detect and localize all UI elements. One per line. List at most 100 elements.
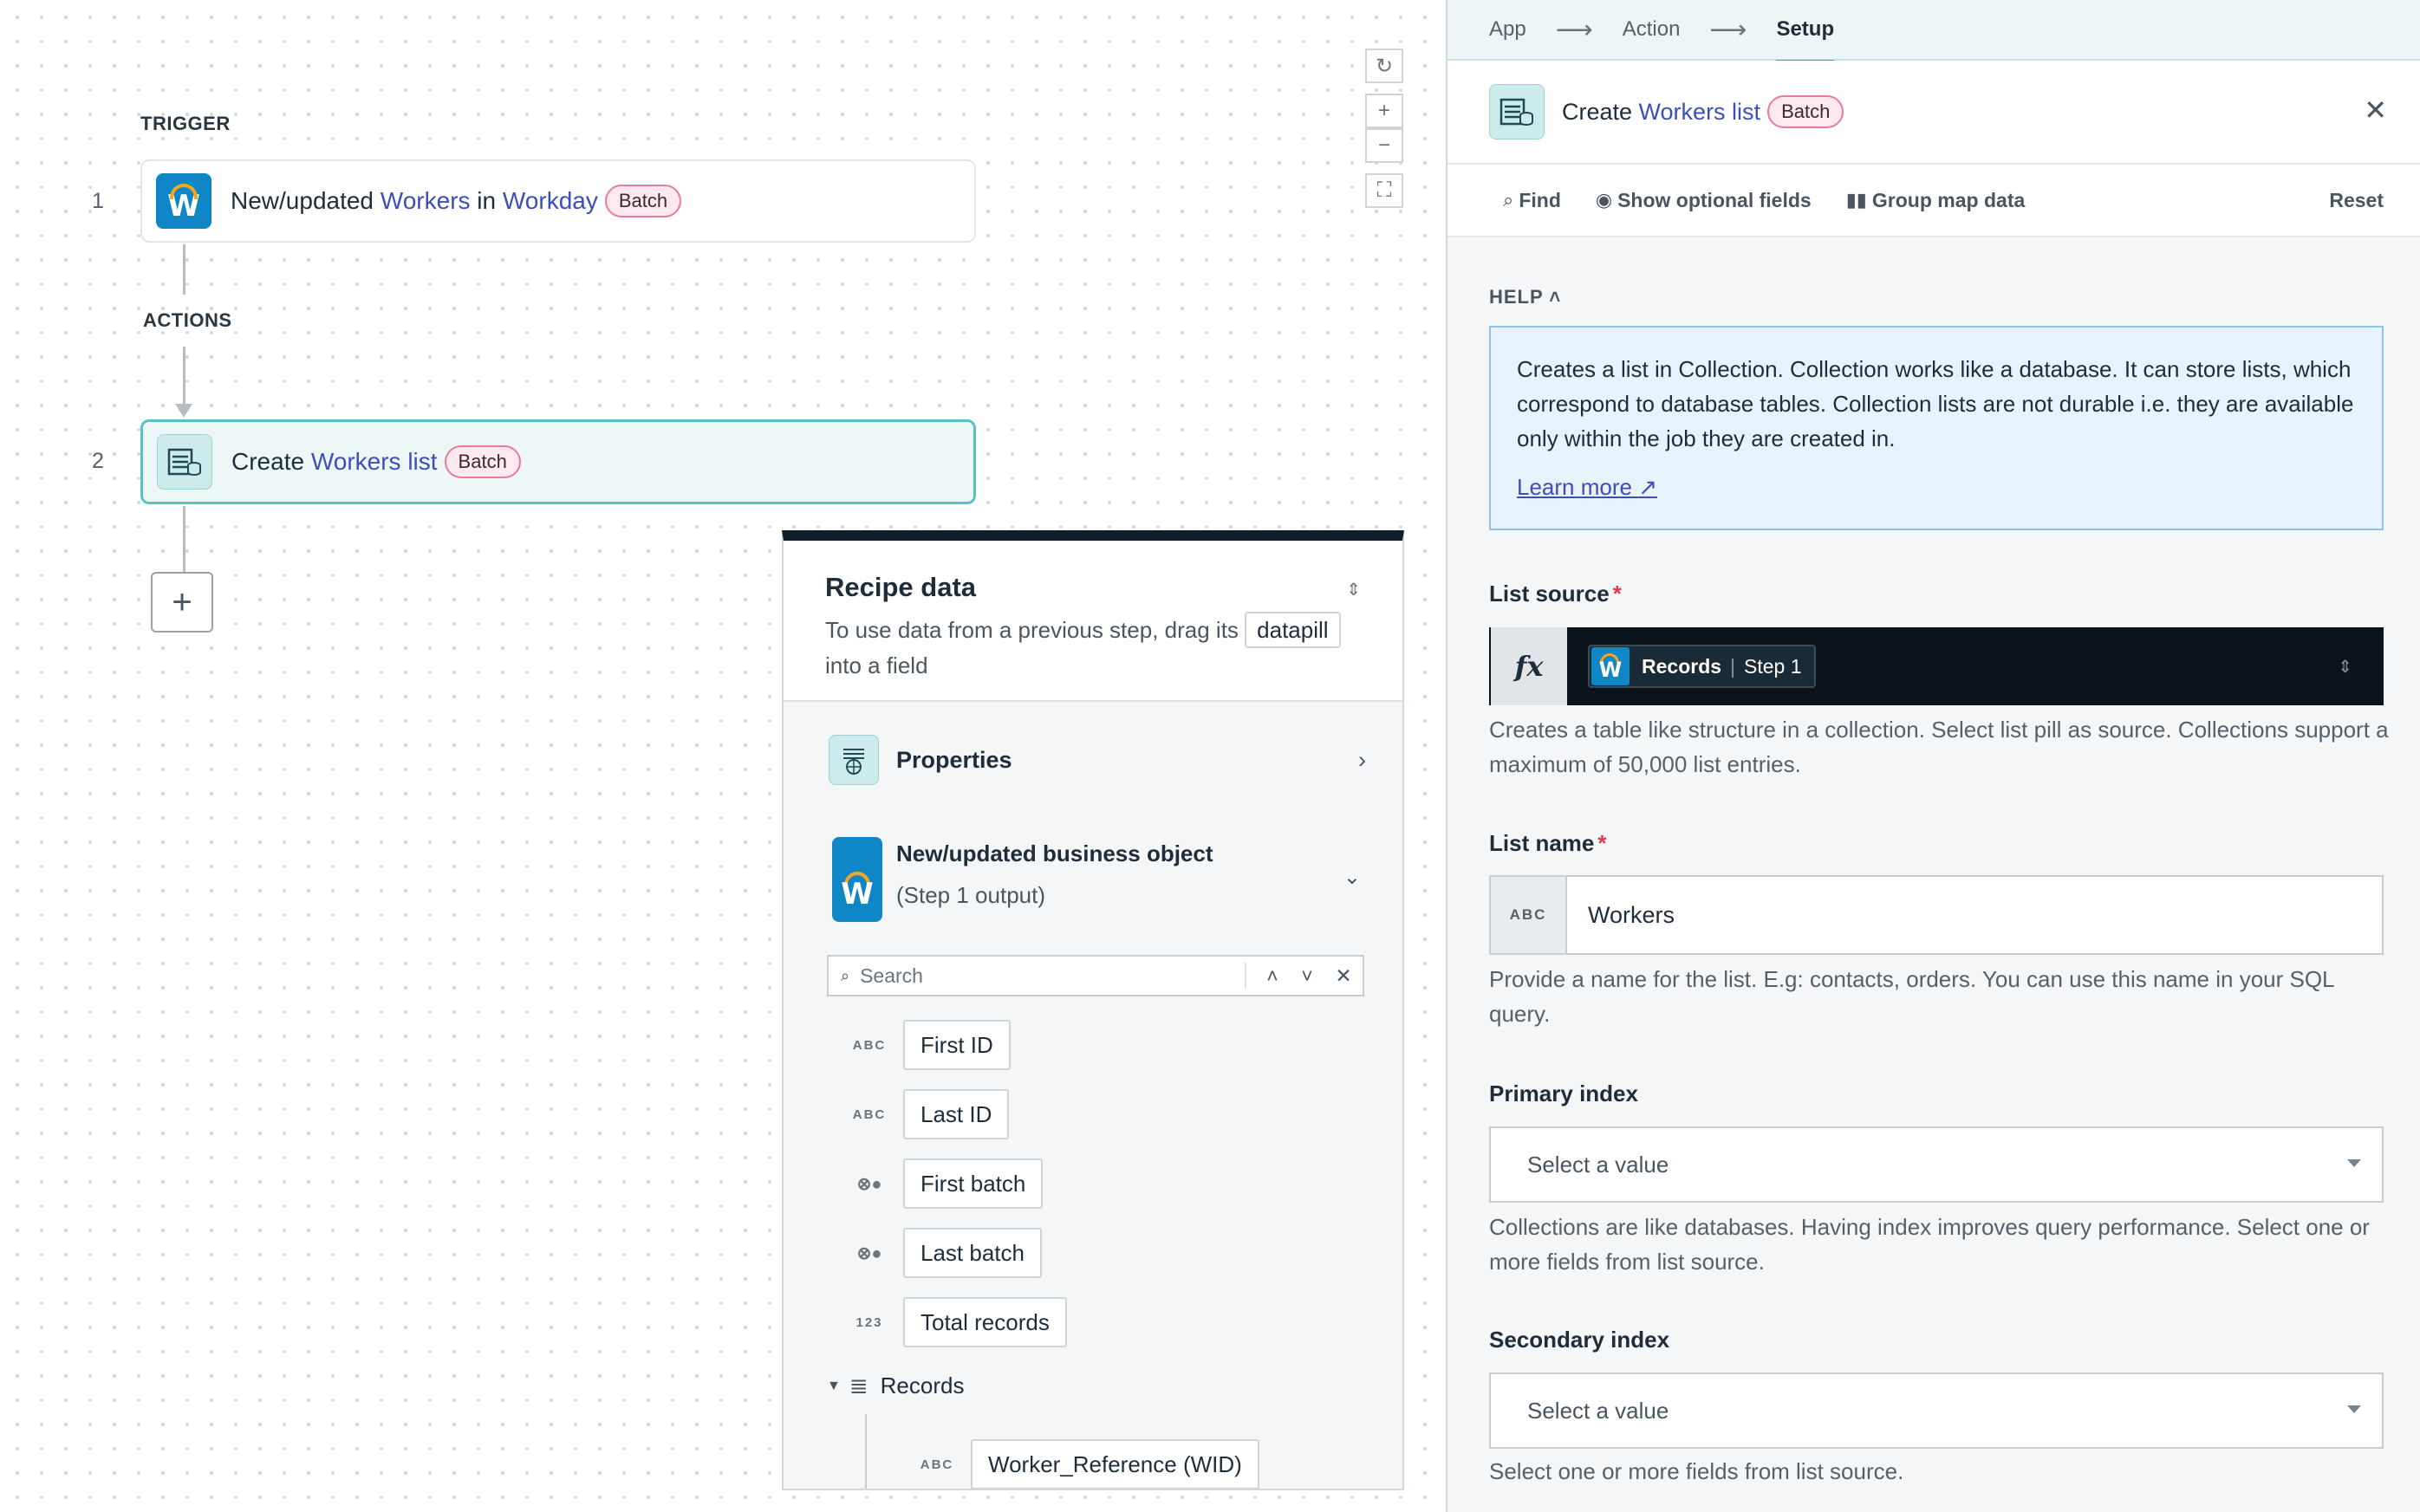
select-placeholder: Select a value	[1527, 1397, 1669, 1424]
columns-icon: ▮▮	[1845, 189, 1867, 211]
description-text: To use data from a previous step, drag i…	[825, 617, 1239, 643]
fit-view-button[interactable]: ⛶	[1365, 173, 1403, 208]
datapill-last-batch[interactable]: Last batch	[903, 1228, 1042, 1278]
list-name-help: Provide a name for the list. E.g: contac…	[1489, 966, 2334, 1027]
type-string-icon: ABC	[920, 1457, 954, 1472]
connector-line	[183, 506, 185, 572]
caret-down-icon[interactable]: ▼	[827, 1379, 841, 1394]
header-link-workers-list[interactable]: Workers list	[1639, 99, 1761, 126]
step-config-panel: App ⟶ Action ⟶ Setup Create Workers list…	[1446, 0, 2420, 1512]
show-optional-fields-button[interactable]: ◉ Show optional fields	[1596, 189, 1812, 212]
type-number-icon: 123	[855, 1314, 883, 1330]
trigger-step-card[interactable]: W New/updated Workers in Workday Batch	[140, 159, 976, 243]
reset-view-button[interactable]: ↻	[1365, 49, 1403, 83]
zoom-out-button[interactable]: −	[1365, 128, 1403, 163]
batch-badge: Batch	[604, 185, 682, 217]
search-input[interactable]: Search	[860, 964, 1245, 988]
find-button[interactable]: ⌕ Find	[1503, 189, 1561, 212]
caret-down-icon	[2347, 1405, 2361, 1413]
properties-label: Properties	[896, 746, 1012, 773]
step-number-1: 1	[92, 189, 104, 213]
arrow-right-icon: ⟶	[1555, 15, 1593, 44]
properties-row[interactable]: Properties ›	[829, 730, 1366, 790]
primary-index-label: Primary index	[1489, 1080, 1638, 1106]
chevron-up-icon: ˄	[1549, 286, 1562, 308]
pill-divider: |	[1730, 654, 1736, 678]
datapill-first-batch[interactable]: First batch	[903, 1158, 1044, 1209]
list-source-help: Creates a table like structure in a coll…	[1489, 717, 2389, 777]
workday-icon: W	[1591, 647, 1630, 685]
output-subtitle: (Step 1 output)	[896, 882, 1045, 908]
close-icon[interactable]: ✕	[2364, 94, 2387, 127]
datapill-first-id[interactable]: First ID	[903, 1020, 1011, 1070]
group-map-data-button[interactable]: ▮▮ Group map data	[1846, 189, 2026, 212]
add-step-button[interactable]: +	[151, 572, 213, 633]
datapill-row: ⊗● First batch	[846, 1158, 1044, 1210]
primary-index-help: Collections are like databases. Having i…	[1489, 1214, 2370, 1275]
expand-icon[interactable]: ⇕	[2338, 656, 2352, 678]
properties-icon	[829, 735, 879, 785]
step-link-workday[interactable]: Workday	[503, 187, 598, 215]
step-number-2: 2	[92, 449, 104, 473]
resize-handle-icon[interactable]: ⇕	[1346, 579, 1361, 600]
panel-header: Create Workers list Batch ✕	[1447, 61, 2420, 165]
type-string-icon: ABC	[852, 1037, 887, 1053]
type-string-icon: ABC	[1491, 877, 1567, 953]
formula-mode-icon[interactable]: fx	[1491, 627, 1567, 705]
clear-search-icon[interactable]: ✕	[1324, 964, 1363, 988]
list-name-field[interactable]: ABC Workers	[1489, 875, 2384, 955]
datapill-last-id[interactable]: Last ID	[903, 1089, 1010, 1139]
connector-line	[183, 244, 185, 295]
next-match-icon[interactable]: ˅	[1290, 964, 1324, 988]
zoom-in-button[interactable]: +	[1365, 94, 1403, 128]
previous-match-icon[interactable]: ˄	[1255, 964, 1290, 988]
external-link-icon: ↗	[1638, 474, 1657, 500]
panel-toolbar: ⌕ Find ◉ Show optional fields ▮▮ Group map …	[1447, 165, 2420, 237]
search-icon: ⌕	[841, 966, 850, 984]
datapill-row: 123 Total records	[846, 1296, 1067, 1348]
records-list-row[interactable]: ▼ ≣ Records	[827, 1372, 964, 1399]
records-datapill[interactable]: W Records | Step 1	[1588, 645, 1816, 688]
tab-setup[interactable]: Setup	[1776, 17, 1834, 63]
datapill-row: ABC Last ID	[846, 1088, 1010, 1140]
wizard-tabs: App ⟶ Action ⟶ Setup	[1447, 0, 2420, 63]
tab-app[interactable]: App	[1489, 17, 1526, 42]
action-step-card[interactable]: Create Workers list Batch	[140, 419, 976, 504]
tab-action[interactable]: Action	[1623, 17, 1681, 42]
help-box: Creates a list in Collection. Collection…	[1489, 326, 2384, 530]
list-name-input[interactable]: Workers	[1588, 902, 1675, 929]
step-output-row[interactable]: W New/updated business object (Step 1 ou…	[829, 834, 1366, 929]
records-label: Records	[880, 1372, 965, 1398]
list-icon: ≣	[849, 1372, 868, 1398]
chevron-down-icon: ⌄	[1343, 866, 1361, 889]
step-link-workers[interactable]: Workers	[381, 187, 471, 215]
secondary-index-select[interactable]: Select a value	[1489, 1372, 2384, 1449]
datapill-worker-reference[interactable]: Worker_Reference (WID)	[971, 1439, 1259, 1489]
reset-button[interactable]: Reset	[2329, 189, 2384, 212]
datapill-total-records[interactable]: Total records	[903, 1297, 1067, 1347]
learn-more-link[interactable]: Learn more ↗	[1517, 470, 1657, 504]
recipe-data-title: Recipe data	[825, 572, 977, 602]
type-string-icon: ABC	[852, 1106, 887, 1122]
output-title: New/updated business object	[896, 840, 1213, 866]
step-link-workers-list[interactable]: Workers list	[311, 448, 438, 476]
recipe-data-header: Recipe data To use data from a previous …	[784, 541, 1402, 702]
type-boolean-icon: ⊗●	[856, 1243, 882, 1263]
chevron-right-icon: ›	[1358, 746, 1366, 773]
arrow-right-icon: ⟶	[1709, 15, 1747, 44]
help-label: HELP	[1489, 286, 1544, 308]
collection-icon	[1489, 84, 1545, 140]
help-toggle[interactable]: HELP ˄	[1489, 286, 1561, 308]
primary-index-select[interactable]: Select a value	[1489, 1126, 2384, 1203]
header-text: Create	[1562, 98, 1639, 125]
recipe-data-panel: Recipe data To use data from a previous …	[782, 530, 1404, 1490]
datapill-row: ABC Worker_Reference (WID)	[914, 1438, 1259, 1489]
datapill-search[interactable]: ⌕ Search ˄ ˅ ✕	[827, 955, 1364, 996]
secondary-index-label: Secondary index	[1489, 1327, 1670, 1353]
find-label: Find	[1519, 188, 1561, 211]
eye-icon: ◉	[1595, 189, 1613, 211]
learn-more-label: Learn more	[1517, 474, 1632, 500]
select-placeholder: Select a value	[1527, 1151, 1669, 1178]
datapill-example: datapill	[1245, 612, 1341, 648]
list-source-field[interactable]: fx W Records | Step 1 ⇕	[1489, 627, 2384, 705]
